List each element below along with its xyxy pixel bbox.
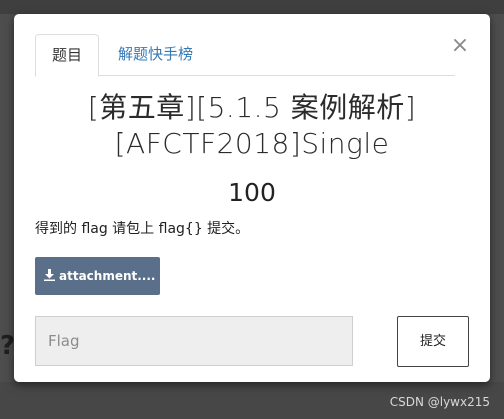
flag-input[interactable] (35, 316, 353, 366)
submit-button[interactable]: 提交 (397, 316, 469, 367)
challenge-title-line1: [第五章][5.1.5 案例解析] (87, 91, 417, 124)
challenge-title: [第五章][5.1.5 案例解析] [AFCTF2018]Single (14, 90, 490, 162)
csdn-watermark: CSDN @lywx215 (389, 395, 490, 409)
attachment-label: attachment.... (59, 269, 156, 283)
modal-tabs: 题目 解题快手榜 (35, 34, 455, 77)
challenge-modal: 题目 解题快手榜 × [第五章][5.1.5 案例解析] [AFCTF2018]… (14, 14, 490, 382)
tab-solves-leaderboard[interactable]: 解题快手榜 (102, 34, 209, 74)
download-icon (44, 258, 55, 296)
challenge-description: 得到的 flag 请包上 flag{} 提交。 (35, 221, 250, 237)
challenge-points: 100 (228, 178, 276, 207)
page-backdrop-top (0, 0, 504, 14)
challenge-title-line2: [AFCTF2018]Single (114, 127, 390, 160)
attachment-download-button[interactable]: attachment.... (35, 257, 160, 295)
background-text-fragment: ? (0, 331, 14, 361)
tab-challenge[interactable]: 题目 (35, 34, 100, 77)
close-button[interactable]: × (450, 34, 470, 58)
